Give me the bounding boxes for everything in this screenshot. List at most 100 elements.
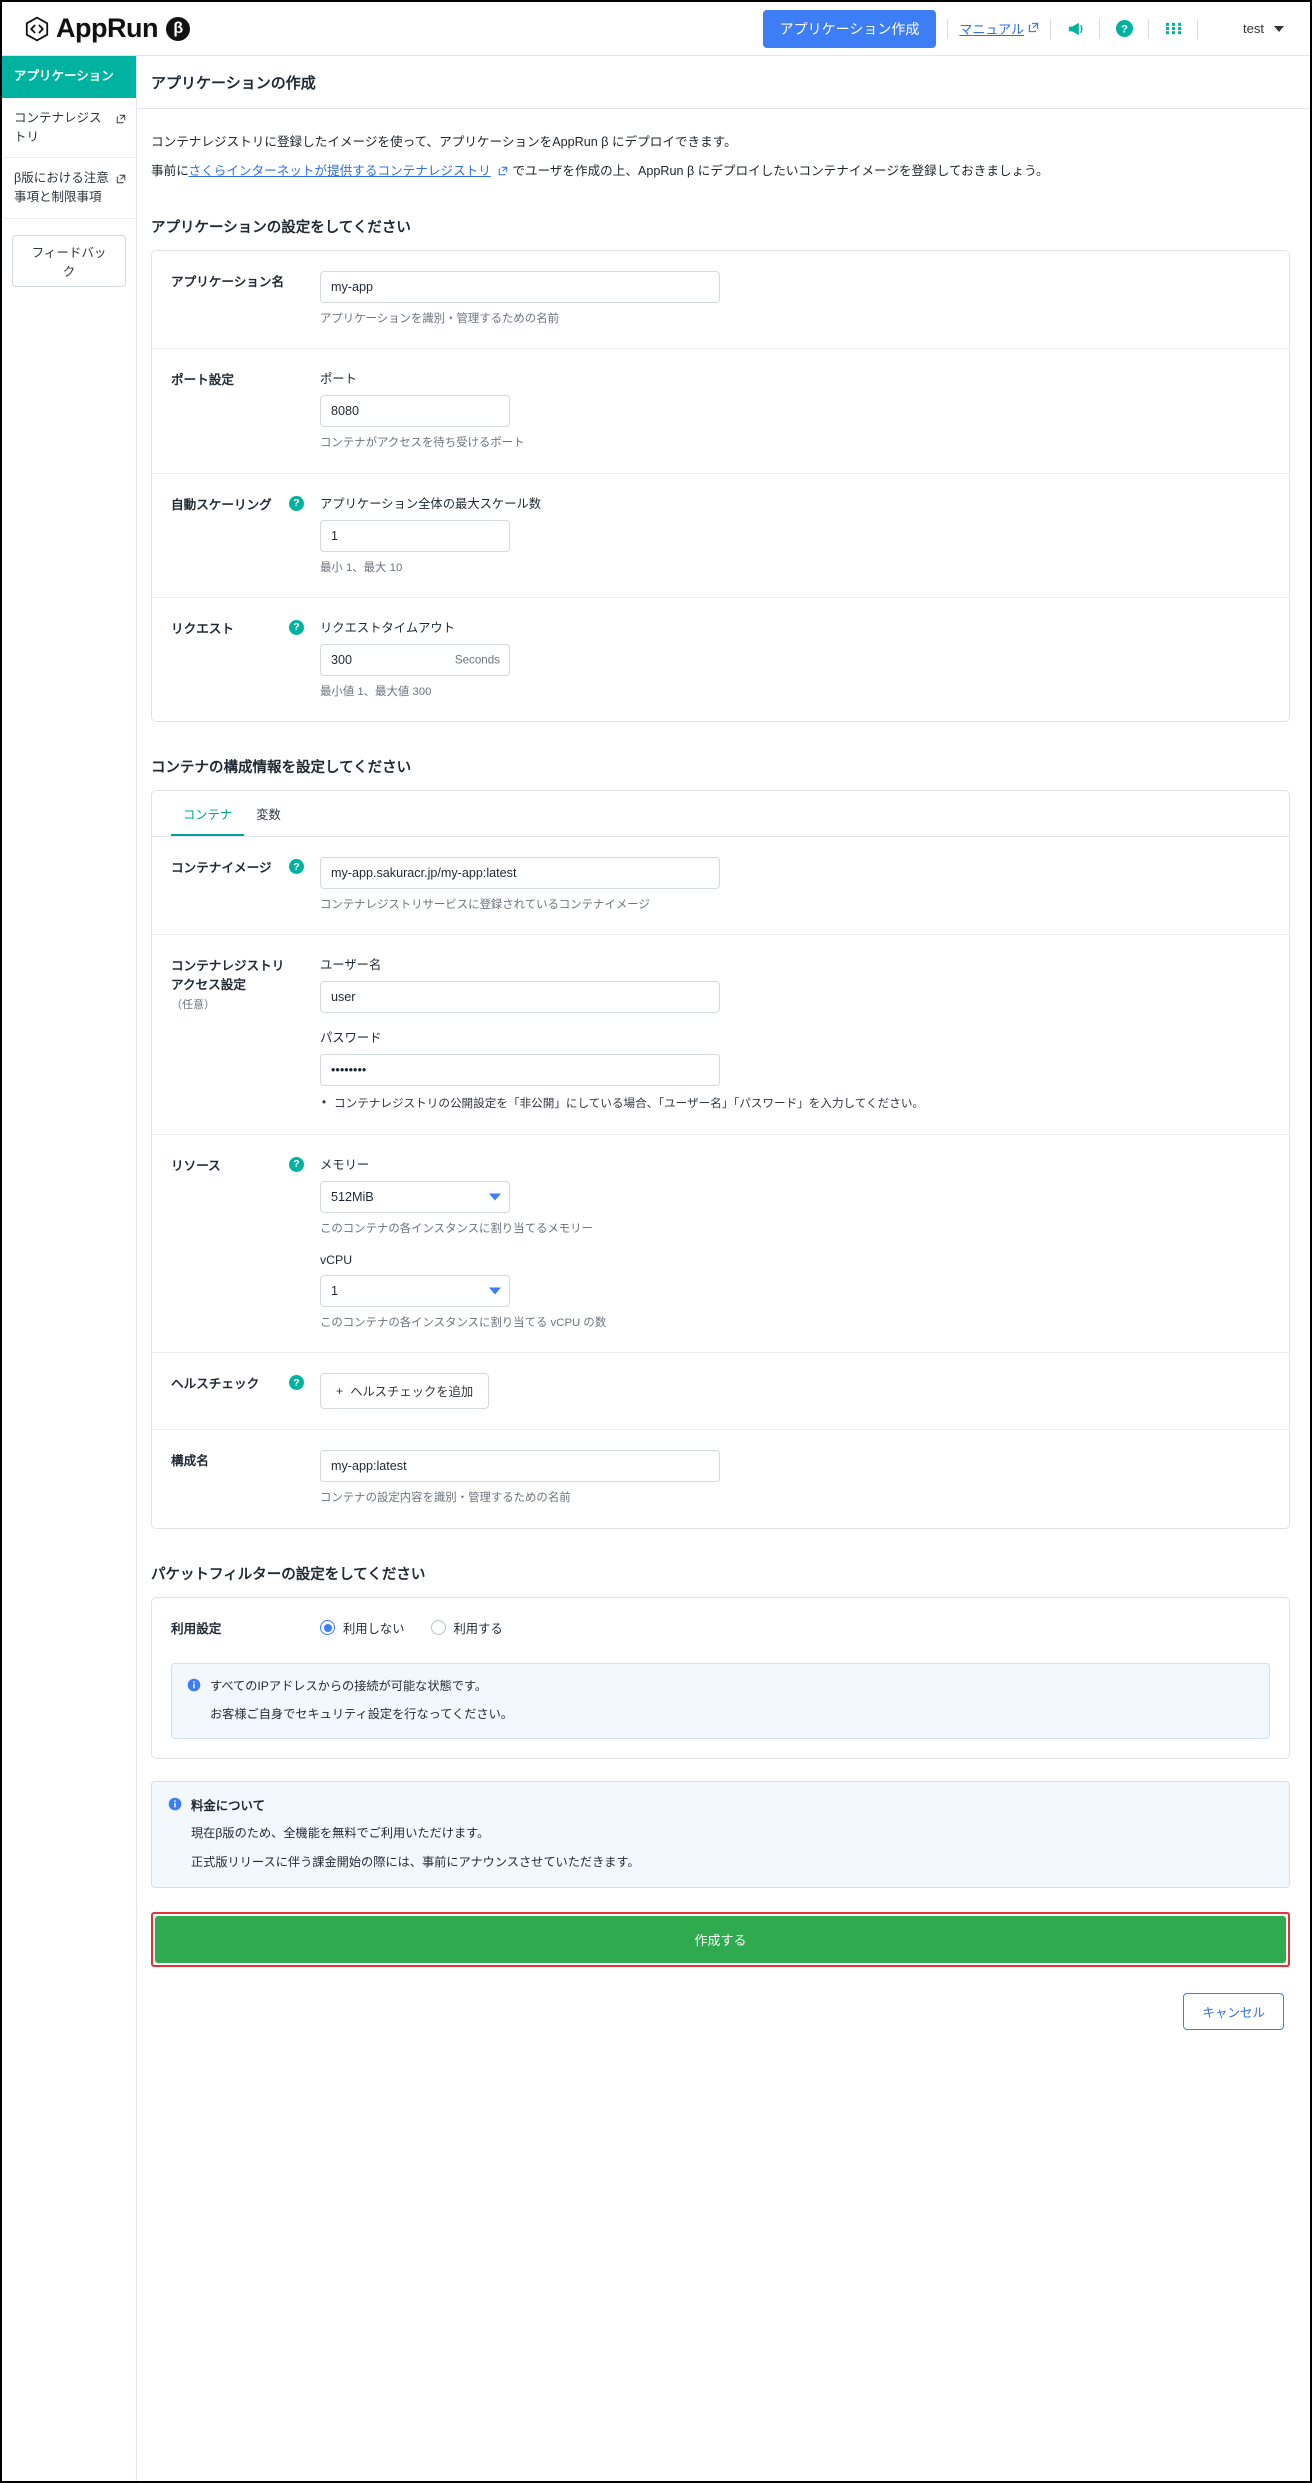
divider — [1197, 18, 1199, 39]
container-image-input[interactable] — [320, 857, 720, 890]
port-hint: コンテナがアクセスを待ち受けるポート — [320, 437, 525, 450]
resource-label: リソース — [171, 1158, 221, 1173]
field-row-healthcheck: ヘルスチェック ? + ヘルスチェックを追加 — [152, 1353, 1289, 1431]
sidebar-item-label: コンテナレジストリ — [14, 110, 102, 144]
radio-label: 利用しない — [343, 1621, 405, 1636]
divider — [1099, 18, 1101, 39]
help-icon[interactable]: ? — [289, 619, 304, 635]
request-timeout-unit: Seconds — [454, 653, 500, 667]
radio-label: 利用する — [453, 1621, 503, 1636]
help-icon[interactable]: ? — [289, 859, 304, 875]
tab-variables[interactable]: 変数 — [244, 791, 293, 836]
cancel-button[interactable]: キャンセル — [1183, 1992, 1284, 2030]
user-name-label: test — [1243, 21, 1264, 36]
autoscale-input[interactable] — [320, 519, 510, 552]
request-label: リクエスト — [171, 621, 234, 636]
add-healthcheck-button[interactable]: + ヘルスチェックを追加 — [320, 1373, 490, 1410]
registry-username-label: ユーザー名 — [320, 958, 382, 973]
packet-filter-radio-group: 利用しない 利用する — [320, 1618, 1289, 1637]
container-image-label: コンテナイメージ — [171, 861, 272, 876]
vcpu-label: vCPU — [320, 1253, 353, 1268]
field-row-resource: リソース ? メモリー 512MiB このコンテナの各インスタンスに割り当てるメ… — [152, 1135, 1289, 1354]
help-icon[interactable]: ? — [289, 1375, 304, 1391]
container-settings-card: コンテナ 変数 コンテナイメージ ? コンテナレジストリサービスに登録されている… — [151, 790, 1290, 1529]
brand-name: AppRun — [56, 13, 158, 43]
external-link-icon — [116, 171, 126, 190]
packet-filter-notice-line-2: お客様ご自身でセキュリティ設定を行なってください。 — [210, 1707, 513, 1722]
sidebar-item-beta-notes[interactable]: β版における注意事項と制限事項 — [2, 158, 136, 219]
external-link-icon — [491, 164, 513, 178]
application-settings-card: アプリケーション名 アプリケーションを識別・管理するための名前 ポート設定 ポー… — [151, 250, 1290, 723]
memory-label: メモリー — [320, 1157, 370, 1172]
registry-access-note: コンテナレジストリの公開設定を「非公開」にしている場合、「ユーザー名」「パスワー… — [320, 1094, 1289, 1114]
autoscale-hint: 最小 1、最大 10 — [320, 561, 403, 574]
sidebar-item-label: アプリケーション — [14, 69, 114, 83]
manual-link-label: マニュアル — [959, 22, 1025, 37]
user-menu[interactable]: test — [1243, 21, 1284, 36]
request-sublabel: リクエストタイムアウト — [320, 620, 456, 635]
packet-filter-notice-line-1: すべてのIPアドレスからの接続が可能な状態です。 — [210, 1678, 488, 1693]
container-image-hint: コンテナレジストリサービスに登録されているコンテナイメージ — [320, 899, 650, 912]
grid-apps-icon[interactable] — [1160, 16, 1186, 42]
info-icon — [187, 1678, 201, 1695]
sidebar-item-applications[interactable]: アプリケーション — [2, 56, 136, 98]
radio-icon — [430, 1620, 446, 1636]
manual-link[interactable]: マニュアル — [959, 19, 1039, 38]
memory-select[interactable]: 512MiB — [320, 1180, 510, 1213]
app-name-hint: アプリケーションを識別・管理するための名前 — [320, 313, 559, 326]
create-button[interactable]: 作成する — [155, 1915, 1286, 1963]
vcpu-select[interactable]: 1 — [320, 1275, 510, 1308]
registry-password-input[interactable] — [320, 1054, 720, 1087]
container-tabs: コンテナ 変数 — [152, 791, 1289, 838]
container-registry-link[interactable]: さくらインターネットが提供するコンテナレジストリ — [189, 164, 491, 178]
container-settings-heading: コンテナの構成情報を設定してください — [151, 760, 412, 777]
feedback-button[interactable]: フィードバック — [12, 234, 126, 287]
feedback-section: フィードバック — [2, 219, 136, 303]
config-name-input[interactable] — [320, 1450, 720, 1483]
brand-logo[interactable]: AppRun β — [24, 13, 190, 44]
brand-beta-badge: β — [165, 16, 190, 41]
registry-access-label: コンテナレジストリアクセス設定 （任意） — [171, 955, 289, 1114]
intro-line-2-suffix: でユーザを作成の上、AppRun β にデプロイしたいコンテナイメージを登録して… — [512, 164, 1049, 179]
fee-notice-title: 料金について — [191, 1798, 265, 1813]
port-label: ポート設定 — [171, 373, 234, 388]
packet-filter-card: 利用設定 利用しない 利用する すべてのIPアドレスからの接続が可能な状態です。… — [151, 1596, 1290, 1759]
autoscale-sublabel: アプリケーション全体の最大スケール数 — [320, 496, 542, 511]
intro-line-2: 事前にさくらインターネットが提供するコンテナレジストリ でユーザを作成の上、Ap… — [151, 160, 1290, 182]
external-link-icon — [1028, 21, 1039, 36]
sidebar-item-container-registry[interactable]: コンテナレジストリ — [2, 98, 136, 159]
tab-container[interactable]: コンテナ — [171, 791, 245, 837]
megaphone-icon[interactable] — [1062, 16, 1088, 42]
create-application-button[interactable]: アプリケーション作成 — [762, 9, 937, 48]
header-actions: アプリケーション作成 マニュアル ? test — [762, 9, 1290, 48]
config-name-label: 構成名 — [171, 1454, 209, 1469]
registry-username-input[interactable] — [320, 981, 720, 1014]
sidebar: アプリケーション コンテナレジストリ β版における注意事項と制限事項 フィードバ… — [2, 56, 137, 2481]
fee-notice-card: 料金について 現在β版のため、全機能を無料でご利用いただけます。 正式版リリース… — [151, 1780, 1290, 1888]
radio-disable-filter[interactable]: 利用しない — [320, 1619, 405, 1637]
config-name-hint: コンテナの設定内容を識別・管理するための名前 — [320, 1492, 571, 1505]
help-icon[interactable]: ? — [1111, 16, 1137, 42]
field-row-request: リクエスト ? リクエストタイムアウト Seconds 最小値 1、最大値 30… — [152, 598, 1289, 721]
intro-text: コンテナレジストリに登録したイメージを使って、アプリケーションをAppRun β… — [151, 131, 1290, 182]
intro-line-2-prefix: 事前に — [151, 164, 189, 179]
radio-enable-filter[interactable]: 利用する — [430, 1619, 503, 1637]
chevron-down-icon — [1274, 25, 1284, 32]
svg-text:?: ? — [1121, 24, 1128, 36]
page-title: アプリケーションの作成 — [137, 56, 1310, 109]
plus-icon: + — [336, 1384, 344, 1399]
registry-password-label: パスワード — [320, 1031, 382, 1046]
field-row-registry-access: コンテナレジストリアクセス設定 （任意） ユーザー名 パスワード コンテナレジスト… — [152, 935, 1289, 1135]
help-icon[interactable]: ? — [289, 495, 304, 511]
app-name-label: アプリケーション名 — [171, 275, 285, 290]
divider — [1148, 18, 1150, 39]
registry-access-label-text: コンテナレジストリアクセス設定 — [171, 959, 285, 993]
port-input[interactable] — [320, 395, 510, 428]
app-name-input[interactable] — [320, 271, 720, 304]
packet-filter-label: 利用設定 — [171, 1621, 222, 1636]
help-icon[interactable]: ? — [289, 1156, 304, 1172]
